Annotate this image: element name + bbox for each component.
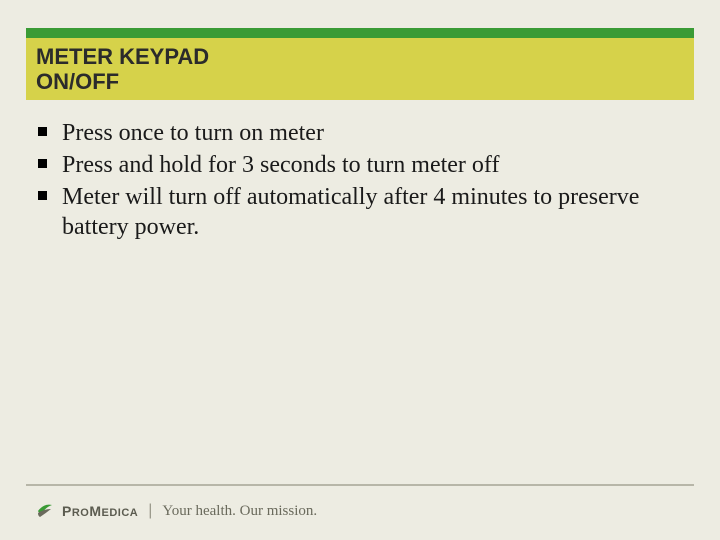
footer: PROMEDICA | Your health. Our mission. <box>36 502 317 520</box>
list-item: Press once to turn on meter <box>36 118 680 148</box>
title-band: METER KEYPAD ON/OFF <box>26 38 694 100</box>
list-item: Meter will turn off automatically after … <box>36 182 680 242</box>
footer-separator: | <box>148 502 152 520</box>
brand-letter: M <box>89 503 101 519</box>
bullet-list: Press once to turn on meter Press and ho… <box>36 118 680 242</box>
brand-rest: EDICA <box>102 507 139 519</box>
footer-divider <box>26 484 694 486</box>
slide-title: METER KEYPAD ON/OFF <box>36 44 209 95</box>
accent-bar-top <box>26 28 694 38</box>
leaf-logo-icon <box>36 503 54 519</box>
brand-letter: P <box>62 503 72 519</box>
footer-tagline: Your health. Our mission. <box>162 503 317 520</box>
content-area: Press once to turn on meter Press and ho… <box>36 118 680 244</box>
brand-rest: RO <box>72 507 90 519</box>
list-item: Press and hold for 3 seconds to turn met… <box>36 150 680 180</box>
brand-wordmark: PROMEDICA <box>62 503 138 519</box>
